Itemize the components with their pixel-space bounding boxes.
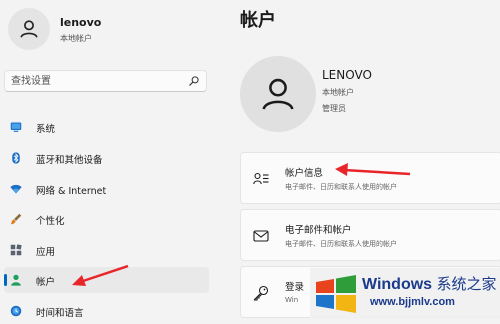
watermark: Windows 系统之家 www.bjjmlv.com: [310, 268, 500, 319]
search-icon[interactable]: [188, 75, 200, 87]
mail-icon: [253, 230, 269, 242]
watermark-title-cn: 系统之家: [436, 276, 497, 293]
user-profile[interactable]: lenovo 本地帐户: [8, 8, 208, 52]
account-info-icon: [253, 172, 269, 185]
account-info-card[interactable]: 帐户信息 电子邮件、日历和联系人使用的帐户: [240, 152, 500, 204]
sidebar-item-accounts[interactable]: 帐户: [4, 267, 209, 293]
apps-icon: [10, 244, 22, 256]
sidebar-item-label: 网络 & Internet: [36, 186, 107, 197]
monitor-icon: [10, 122, 22, 132]
sidebar-item-personalization[interactable]: 个性化: [4, 206, 209, 232]
email-accounts-card[interactable]: 电子邮件和帐户 电子邮件、日历和联系人使用的帐户: [240, 209, 500, 261]
sidebar-item-network[interactable]: 网络 & Internet: [4, 176, 209, 202]
sidebar: lenovo 本地帐户 系统 蓝牙和其他设备 网络 & Internet: [0, 0, 220, 319]
sidebar-item-apps[interactable]: 应用: [4, 237, 209, 263]
watermark-url: www.bjjmlv.com: [370, 296, 455, 308]
profile-account-type: 本地帐户: [60, 34, 92, 43]
search-box[interactable]: [4, 70, 207, 92]
sidebar-item-label: 时间和语言: [36, 308, 84, 319]
watermark-title-en: Windows: [362, 276, 433, 293]
profile-name: lenovo: [60, 16, 102, 29]
sidebar-item-label: 蓝牙和其他设备: [36, 155, 103, 166]
windows-logo-icon: [316, 275, 356, 313]
sidebar-item-label: 个性化: [36, 216, 65, 227]
sidebar-item-system[interactable]: 系统: [4, 114, 209, 140]
sidebar-item-label: 应用: [36, 247, 56, 258]
watermark-title: Windows 系统之家: [362, 273, 497, 294]
card-title: 电子邮件和帐户: [285, 225, 352, 236]
bluetooth-icon: [12, 152, 20, 164]
avatar: [8, 8, 50, 50]
sidebar-item-label: 系统: [36, 124, 56, 135]
account-role: 管理员: [322, 104, 346, 113]
globe-clock-icon: [10, 305, 22, 317]
account-name: LENOVO: [322, 68, 372, 82]
person-icon: [11, 274, 21, 286]
person-icon: [262, 78, 294, 110]
person-icon: [20, 20, 38, 38]
brush-icon: [10, 213, 22, 225]
sidebar-item-time-language[interactable]: 时间和语言: [4, 298, 209, 324]
sidebar-item-label: 帐户: [36, 277, 56, 288]
wifi-icon: [10, 184, 22, 194]
account-type: 本地帐户: [322, 88, 354, 97]
card-title: 帐户信息: [285, 168, 324, 179]
active-indicator: [4, 274, 7, 286]
card-description: 电子邮件、日历和联系人使用的帐户: [285, 183, 397, 191]
key-icon: [253, 285, 269, 301]
card-description: 电子邮件、日历和联系人使用的帐户: [285, 240, 397, 248]
page-title: 帐户: [240, 10, 276, 31]
account-avatar[interactable]: [240, 56, 316, 132]
card-description: Win: [285, 296, 299, 304]
search-input[interactable]: [11, 71, 181, 91]
sidebar-item-bluetooth[interactable]: 蓝牙和其他设备: [4, 145, 209, 171]
card-title: 登录: [285, 282, 305, 293]
